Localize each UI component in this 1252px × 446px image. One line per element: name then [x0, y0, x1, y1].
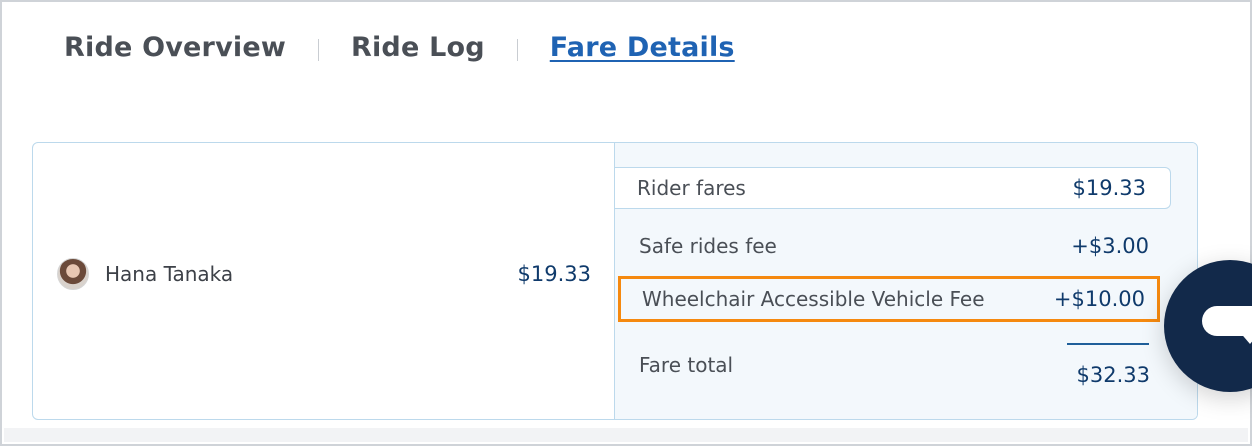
rider-amount: $19.33 [517, 262, 591, 286]
safe-rides-fee-row: Safe rides fee +$3.00 [639, 229, 1149, 263]
rider-list: Hana Tanaka $19.33 [33, 143, 615, 419]
wav-fee-row: Wheelchair Accessible Vehicle Fee +$10.0… [618, 276, 1160, 322]
tab-fare-details[interactable]: Fare Details [550, 32, 735, 63]
safe-rides-fee-label: Safe rides fee [639, 234, 777, 258]
app-frame: Ride Overview Ride Log Fare Details Hana… [0, 0, 1252, 446]
wav-fee-label: Wheelchair Accessible Vehicle Fee [642, 287, 985, 311]
rider-fares-label: Rider fares [637, 176, 746, 200]
rider-fares-row: Rider fares $19.33 [615, 167, 1171, 209]
rider-fares-amount: $19.33 [1072, 176, 1146, 200]
wav-fee-amount: +$10.00 [1053, 287, 1145, 311]
fare-total-amount: $32.33 [1076, 363, 1150, 387]
tab-divider [317, 38, 319, 61]
tab-divider [516, 38, 518, 61]
safe-rides-fee-amount: +$3.00 [1071, 234, 1149, 258]
fare-breakdown-panel: Rider fares $19.33 Safe rides fee +$3.00… [615, 143, 1197, 419]
bottom-strip [4, 428, 1248, 442]
tab-ride-overview[interactable]: Ride Overview [64, 32, 286, 63]
rider-row: Hana Tanaka $19.33 [57, 257, 591, 291]
chat-bubble-tail [1238, 330, 1252, 344]
tab-ride-log[interactable]: Ride Log [351, 32, 485, 63]
avatar [57, 258, 89, 290]
fare-total-label: Fare total [639, 353, 734, 377]
rider-name: Hana Tanaka [105, 262, 234, 286]
fare-details-card: Hana Tanaka $19.33 Rider fares $19.33 Sa… [32, 142, 1198, 420]
tab-bar: Ride Overview Ride Log Fare Details [64, 32, 735, 63]
total-divider [1067, 343, 1149, 345]
